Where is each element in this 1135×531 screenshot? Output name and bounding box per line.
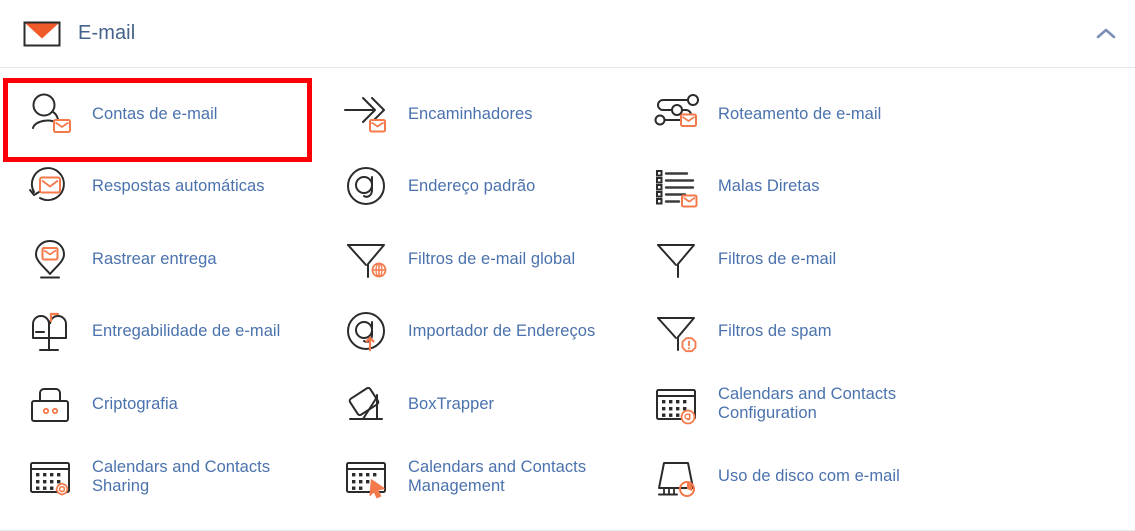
panel-body: Contas de e-mail Encaminhadores Roteamen… <box>0 68 1135 513</box>
feature-importador-de-enderecos[interactable]: Importador de Endereços <box>316 296 626 369</box>
feature-label: Malas Diretas <box>718 177 820 196</box>
feature-roteamento-de-email[interactable]: Roteamento de e-mail <box>626 78 1135 151</box>
mailbox-icon <box>22 306 78 358</box>
boxtrapper-icon <box>338 378 394 430</box>
feature-rastrear-entrega[interactable]: Rastrear entrega <box>0 223 316 296</box>
feature-label: Endereço padrão <box>408 177 536 196</box>
calendar-at-icon <box>648 378 704 430</box>
filter-icon <box>648 233 704 285</box>
track-delivery-pin-icon <box>22 233 78 285</box>
feature-label: Roteamento de e-mail <box>718 104 882 123</box>
feature-respostas-automaticas[interactable]: Respostas automáticas <box>0 151 316 224</box>
feature-endereco-padrao[interactable]: Endereço padrão <box>316 151 626 224</box>
feature-label: Calendars and Contacts Configuration <box>718 385 897 423</box>
calendar-cursor-icon <box>338 451 394 503</box>
feature-uso-de-disco-com-email[interactable]: Uso de disco com e-mail <box>626 441 1135 514</box>
feature-calendars-and-contacts-configuration[interactable]: Calendars and Contacts Configuration <box>626 368 1135 441</box>
spam-filter-icon <box>648 306 704 358</box>
mailing-list-icon <box>648 161 704 213</box>
feature-label: BoxTrapper <box>408 394 495 413</box>
email-panel: E-mail Contas de e-mail Encaminhadores R… <box>0 0 1135 531</box>
forwarders-arrow-icon <box>338 88 394 140</box>
feature-label: Encaminhadores <box>408 104 533 123</box>
feature-label: Criptografia <box>92 394 178 413</box>
panel-header[interactable]: E-mail <box>0 0 1135 68</box>
routing-nodes-icon <box>648 88 704 140</box>
feature-filtros-de-email[interactable]: Filtros de e-mail <box>626 223 1135 296</box>
feature-entregabilidade-de-email[interactable]: Entregabilidade de e-mail <box>0 296 316 369</box>
feature-label: Calendars and Contacts Management <box>408 457 587 495</box>
feature-contas-de-email[interactable]: Contas de e-mail <box>0 78 316 151</box>
at-sign-icon <box>338 161 394 213</box>
feature-criptografia[interactable]: Criptografia <box>0 368 316 441</box>
feature-label: Filtros de e-mail global <box>408 249 576 268</box>
feature-calendars-and-contacts-management[interactable]: Calendars and Contacts Management <box>316 441 626 514</box>
feature-label: Importador de Endereços <box>408 322 596 341</box>
disk-usage-icon <box>648 451 704 503</box>
feature-label: Filtros de spam <box>718 322 832 341</box>
feature-malas-diretas[interactable]: Malas Diretas <box>626 151 1135 224</box>
feature-calendars-and-contacts-sharing[interactable]: Calendars and Contacts Sharing <box>0 441 316 514</box>
feature-label: Rastrear entrega <box>92 249 217 268</box>
address-importer-icon <box>338 306 394 358</box>
lock-icon <box>22 378 78 430</box>
feature-label: Uso de disco com e-mail <box>718 467 900 486</box>
feature-filtros-de-email-global[interactable]: Filtros de e-mail global <box>316 223 626 296</box>
global-filter-icon <box>338 233 394 285</box>
feature-label: Contas de e-mail <box>92 104 218 123</box>
feature-label: Entregabilidade de e-mail <box>92 322 281 341</box>
feature-encaminhadores[interactable]: Encaminhadores <box>316 78 626 151</box>
calendar-gear-icon <box>22 451 78 503</box>
feature-label: Calendars and Contacts Sharing <box>92 457 271 495</box>
envelope-icon <box>22 14 62 54</box>
email-feature-grid: Contas de e-mail Encaminhadores Roteamen… <box>0 68 1135 513</box>
feature-label: Filtros de e-mail <box>718 249 837 268</box>
feature-label: Respostas automáticas <box>92 177 265 196</box>
feature-boxtrapper[interactable]: BoxTrapper <box>316 368 626 441</box>
user-mail-icon <box>22 88 78 140</box>
page-title: E-mail <box>78 22 136 44</box>
chevron-up-icon[interactable] <box>1091 19 1121 49</box>
feature-filtros-de-spam[interactable]: Filtros de spam <box>626 296 1135 369</box>
autoresponder-icon <box>22 161 78 213</box>
